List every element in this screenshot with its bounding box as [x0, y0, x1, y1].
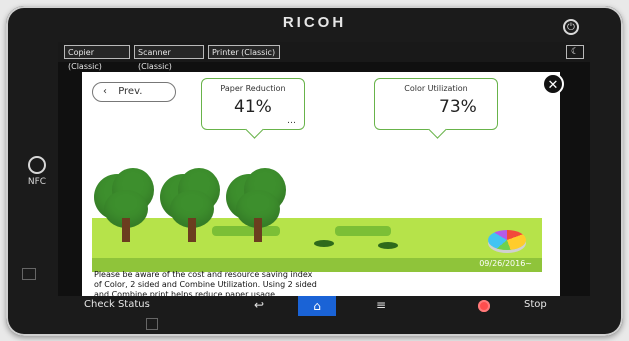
- color-usage-pie: [488, 230, 526, 250]
- paper-reduction-label: Paper Reduction: [220, 84, 286, 93]
- bottom-hardware-indicator: [146, 318, 158, 330]
- color-utilization-value: 73%: [439, 97, 477, 117]
- tab-copier-classic[interactable]: Copier (Classic): [64, 45, 130, 71]
- back-icon[interactable]: ↩: [254, 298, 264, 312]
- moon-icon[interactable]: ☾: [566, 45, 584, 59]
- nfc-label: NFC: [27, 177, 47, 187]
- info-line: of Color, 2 sided and Combine Utilizatio…: [94, 280, 317, 289]
- paper-reduction-value: 41%: [234, 97, 272, 117]
- tree-trunk: [188, 218, 196, 242]
- brand-logo: RICOH: [282, 14, 347, 31]
- info-line: Please be aware of the cost and resource…: [94, 270, 313, 279]
- tree: [86, 168, 162, 246]
- hole: [314, 240, 334, 247]
- color-utilization-bubble: Color Utilization 73%: [374, 78, 498, 139]
- hole: [378, 242, 398, 249]
- chevron-left-icon: ‹: [103, 86, 107, 97]
- bottom-bar: Check Status ↩ ⌂ ≡ Stop: [58, 296, 590, 316]
- tree: [218, 168, 294, 246]
- screen: Copier (Classic) Scanner (Classic) Print…: [58, 42, 590, 316]
- tab-scanner-classic[interactable]: Scanner (Classic): [134, 45, 204, 71]
- home-icon[interactable]: ⌂: [298, 296, 336, 316]
- tab-printer-classic[interactable]: Printer (Classic): [208, 45, 280, 59]
- prev-label: Prev.: [118, 86, 143, 97]
- eco-index-panel: ‹ Prev. Paper Reduction 41% … Color Util…: [82, 72, 560, 299]
- left-hardware-indicator: [22, 268, 36, 280]
- prev-button[interactable]: ‹ Prev.: [92, 82, 176, 102]
- color-utilization-label: Color Utilization: [404, 84, 468, 93]
- nfc-reader: NFC: [26, 156, 48, 200]
- date-range: 09/26/2016~: [479, 259, 532, 268]
- nfc-icon: [28, 156, 46, 174]
- bubble-tail: [245, 120, 264, 139]
- power-icon[interactable]: ⏻: [563, 19, 579, 35]
- menu-icon[interactable]: ≡: [376, 298, 386, 312]
- tree: [152, 168, 228, 246]
- more-icon[interactable]: …: [287, 116, 296, 126]
- bubble-tail: [428, 120, 447, 139]
- check-status-button[interactable]: Check Status: [84, 299, 150, 310]
- close-icon[interactable]: ✕: [542, 73, 564, 95]
- stop-button[interactable]: Stop: [524, 299, 547, 310]
- stop-icon[interactable]: [478, 300, 490, 312]
- tree-trunk: [254, 218, 262, 242]
- paper-reduction-bubble: Paper Reduction 41% …: [201, 78, 305, 139]
- device-frame: RICOH ⏻ NFC Copier (Classic) Scanner (Cl…: [6, 6, 623, 336]
- tree-trunk: [122, 218, 130, 242]
- grass-patch: [335, 226, 391, 236]
- top-tab-bar: Copier (Classic) Scanner (Classic) Print…: [58, 42, 590, 71]
